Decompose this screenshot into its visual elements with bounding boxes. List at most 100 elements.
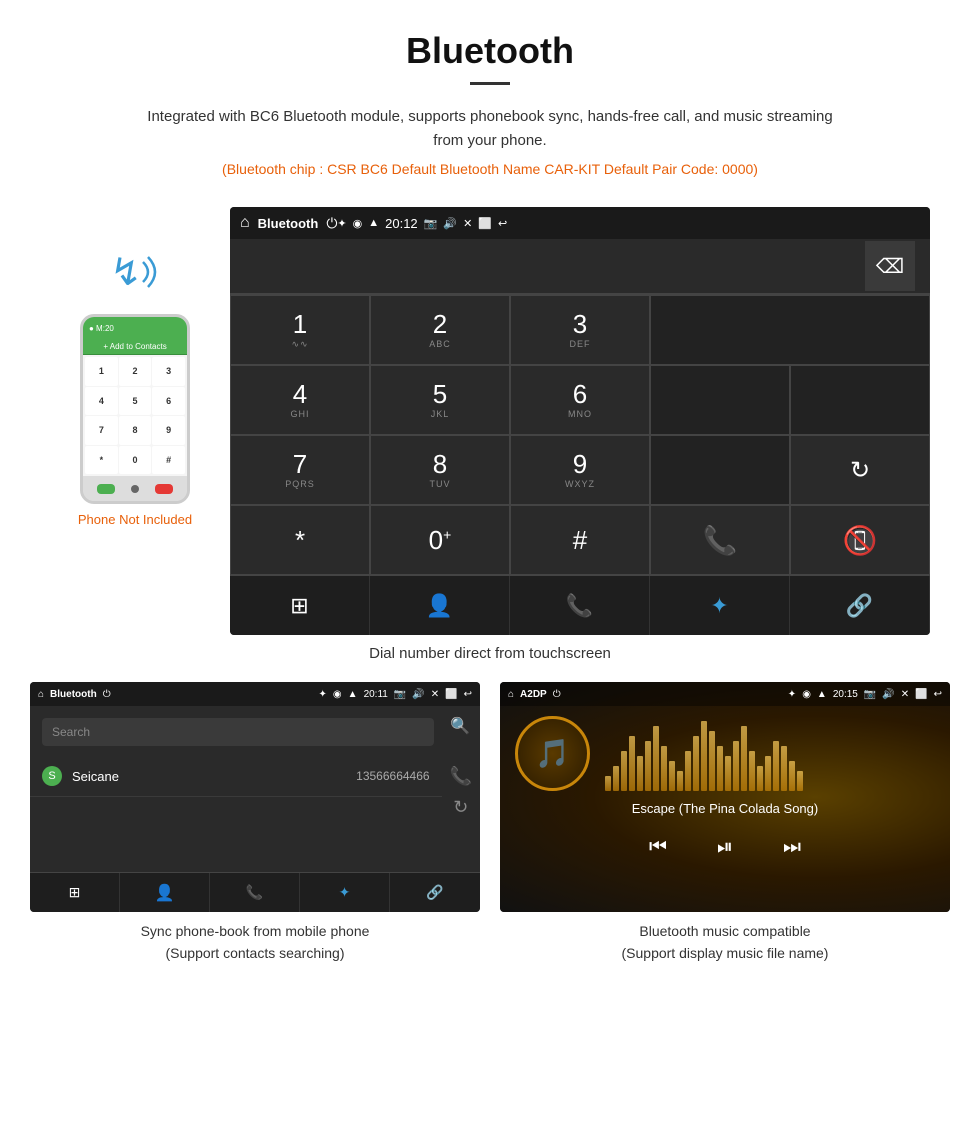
pb-app-name: Bluetooth (50, 689, 97, 700)
contact-avatar: S (42, 766, 62, 786)
music-album-art: 🎵 (515, 716, 590, 791)
pb-win-icon: ⬜ (445, 689, 457, 700)
phonebook-side-icons: 📞 ↻ (442, 756, 480, 828)
page-title: Bluetooth (20, 30, 960, 72)
pb-usb-icon: ⏻ (103, 689, 111, 700)
dialpad-nav-button[interactable]: ⊞ (230, 576, 370, 635)
wifi-icon: ▲ (368, 217, 379, 229)
camera-icon: 📷 (424, 217, 438, 230)
next-button[interactable]: ⏭ (783, 836, 801, 859)
dial-app-name: Bluetooth (258, 216, 319, 231)
phonebook-search-bar[interactable]: Search (42, 718, 434, 746)
page-header: Bluetooth Integrated with BC6 Bluetooth … (0, 0, 980, 207)
dial-key-6[interactable]: 6 MNO (510, 365, 650, 435)
ms-bt-icon: ✦ (788, 689, 796, 700)
tech-specs: (Bluetooth chip : CSR BC6 Default Blueto… (20, 161, 960, 177)
empty-1 (650, 365, 790, 435)
bluetooth-signal-icon: ↯ (105, 247, 165, 304)
music-item: ⌂ A2DP ⏻ ✦ ◉ ▲ 20:15 📷 🔊 ✕ ⬜ ↩ 🎵 (500, 682, 950, 965)
dial-key-0[interactable]: 0+ (370, 505, 510, 575)
contact-number: 13566664466 (356, 769, 429, 783)
page-description: Integrated with BC6 Bluetooth module, su… (140, 105, 840, 153)
refresh-button[interactable]: ↻ (790, 435, 930, 505)
call-button[interactable]: 📞 (650, 505, 790, 575)
dial-display: ⌫ (230, 239, 930, 294)
pb-time: 20:11 (364, 689, 388, 700)
ms-loc-icon: ◉ (802, 689, 811, 700)
pb-home-icon: ⌂ (38, 689, 44, 700)
pb-back-icon: ↩ (464, 689, 472, 700)
pb-nav-dialpad[interactable]: ⊞ (30, 873, 120, 912)
music-screen: ⌂ A2DP ⏻ ✦ ◉ ▲ 20:15 📷 🔊 ✕ ⬜ ↩ 🎵 (500, 682, 950, 912)
pb-wifi-icon: ▲ (348, 689, 358, 700)
dial-key-4[interactable]: 4 GHI (230, 365, 370, 435)
ms-win-icon: ⬜ (915, 689, 927, 700)
music-title: Escape (The Pina Colada Song) (500, 801, 950, 816)
dial-key-3[interactable]: 3 DEF (510, 295, 650, 365)
back-icon: ↩ (498, 217, 507, 230)
backspace-button[interactable]: ⌫ (865, 241, 915, 291)
dial-key-star[interactable]: * (230, 505, 370, 575)
home-icon: ⌂ (240, 214, 250, 232)
dial-key-9[interactable]: 9 WXYZ (510, 435, 650, 505)
ms-time: 20:15 (833, 689, 858, 700)
link-nav-button[interactable]: 🔗 (790, 576, 930, 635)
ms-home-icon: ⌂ (508, 689, 514, 700)
music-content: 🎵 (500, 706, 950, 801)
dial-key-2[interactable]: 2 ABC (370, 295, 510, 365)
dial-key-8[interactable]: 8 TUV (370, 435, 510, 505)
ms-vol-icon: 🔊 (882, 689, 894, 700)
phone-screen: 123 456 789 *0# (83, 355, 187, 476)
phonebook-bottom-nav: ⊞ 👤 📞 ✦ 🔗 (30, 872, 480, 912)
phone-nav-button[interactable]: 📞 (510, 576, 650, 635)
phonebook-item: ⌂ Bluetooth ⏻ ✦ ◉ ▲ 20:11 📷 🔊 ✕ ⬜ ↩ Sear… (30, 682, 480, 965)
phone-not-included-label: Phone Not Included (78, 512, 192, 527)
search-placeholder: Search (52, 725, 424, 739)
dial-grid: 1 ∿∿ 2 ABC 3 DEF 4 GHI 5 JKL 6 (230, 294, 930, 575)
pb-nav-call[interactable]: 📞 (210, 873, 300, 912)
bluetooth-nav-button[interactable]: ✦ (650, 576, 790, 635)
side-phone-icon[interactable]: 📞 (450, 766, 472, 787)
prev-button[interactable]: ⏮ (649, 836, 667, 859)
bluetooth-icon: ✦ (337, 217, 346, 230)
window-icon: ⬜ (478, 217, 492, 230)
pb-nav-link[interactable]: 🔗 (390, 873, 480, 912)
usb-icon: ⏻ (326, 215, 337, 232)
ms-wifi-icon: ▲ (817, 689, 827, 700)
ms-cam-icon: 📷 (864, 689, 876, 700)
phonebook-contact[interactable]: S Seicane 13566664466 (30, 756, 442, 797)
phonebook-caption: Sync phone-book from mobile phone (Suppo… (141, 920, 370, 965)
music-visualizer (605, 716, 935, 791)
pb-loc-icon: ◉ (333, 689, 342, 700)
search-icon[interactable]: 🔍 (446, 712, 474, 740)
end-call-button[interactable]: 📵 (790, 505, 930, 575)
dial-status-bar: ⌂ Bluetooth ⏻ ✦ ◉ ▲ 20:12 📷 🔊 ✕ ⬜ ↩ (230, 207, 930, 239)
empty-3 (650, 435, 790, 505)
music-controls: ⏮ ⏯ ⏭ (500, 826, 950, 869)
pb-nav-bt[interactable]: ✦ (300, 873, 390, 912)
dial-caption: Dial number direct from touchscreen (0, 645, 980, 662)
dial-key-7[interactable]: 7 PQRS (230, 435, 370, 505)
dial-key-1[interactable]: 1 ∿∿ (230, 295, 370, 365)
pb-cam-icon: 📷 (394, 689, 406, 700)
pb-vol-icon: 🔊 (412, 689, 424, 700)
ms-app-name: A2DP (520, 689, 547, 700)
side-refresh-icon[interactable]: ↻ (453, 797, 468, 818)
music-note-icon: 🎵 (535, 737, 570, 770)
contact-area: S Seicane 13566664466 📞 ↻ (30, 756, 480, 828)
dial-key-5[interactable]: 5 JKL (370, 365, 510, 435)
phonebook-screen: ⌂ Bluetooth ⏻ ✦ ◉ ▲ 20:11 📷 🔊 ✕ ⬜ ↩ Sear… (30, 682, 480, 912)
play-pause-button[interactable]: ⏯ (717, 836, 733, 859)
dial-key-hash[interactable]: # (510, 505, 650, 575)
pb-bt-icon: ✦ (319, 689, 327, 700)
pb-nav-person[interactable]: 👤 (120, 873, 210, 912)
status-time: 20:12 (385, 216, 418, 231)
svg-text:↯: ↯ (110, 252, 142, 294)
volume-icon: 🔊 (443, 217, 457, 230)
contacts-nav-button[interactable]: 👤 (370, 576, 510, 635)
empty-2 (790, 365, 930, 435)
dial-section: ↯ ● M:20 + Add to Contacts 123 456 789 *… (0, 207, 980, 635)
bottom-screenshots: ⌂ Bluetooth ⏻ ✦ ◉ ▲ 20:11 📷 🔊 ✕ ⬜ ↩ Sear… (0, 682, 980, 965)
phonebook-status-bar: ⌂ Bluetooth ⏻ ✦ ◉ ▲ 20:11 📷 🔊 ✕ ⬜ ↩ (30, 682, 480, 706)
dial-screen: ⌂ Bluetooth ⏻ ✦ ◉ ▲ 20:12 📷 🔊 ✕ ⬜ ↩ ⌫ (230, 207, 930, 635)
